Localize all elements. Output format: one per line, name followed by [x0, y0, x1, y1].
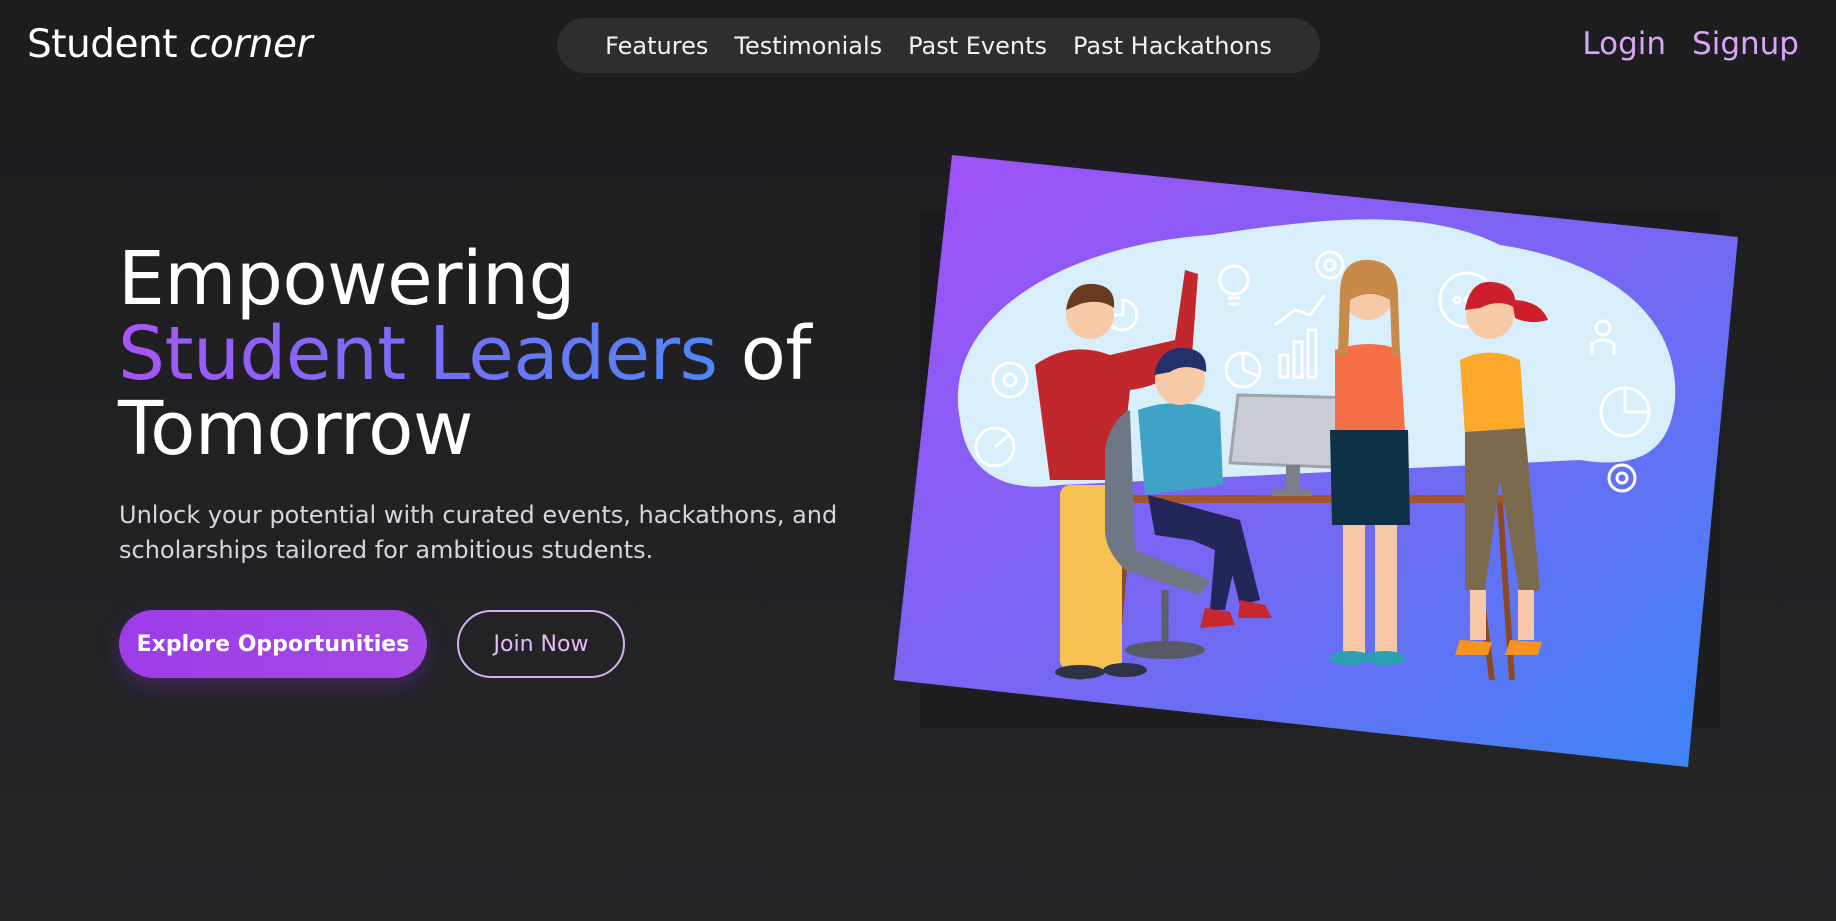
hero-subtitle: Unlock your potential with curated event… [119, 501, 838, 564]
hero-illustration-svg [894, 155, 1738, 767]
headline-line3: Tomorrow [118, 386, 473, 472]
hero-headline: Empowering Student Leaders of Tomorrow [118, 242, 811, 467]
nav-features[interactable]: Features [605, 32, 708, 60]
logo-main-text: Student [27, 22, 178, 67]
auth-links: Login Signup [1582, 26, 1799, 62]
logo[interactable]: Student corner [27, 22, 313, 67]
signup-link[interactable]: Signup [1692, 26, 1799, 62]
landing-page: Student corner Features Testimonials Pas… [0, 0, 1836, 921]
nav-testimonials[interactable]: Testimonials [734, 32, 882, 60]
explore-opportunities-button[interactable]: Explore Opportunities [119, 610, 427, 678]
headline-line1: Empowering [118, 236, 576, 322]
join-now-button[interactable]: Join Now [457, 610, 625, 678]
nav-past-hackathons[interactable]: Past Hackathons [1073, 32, 1272, 60]
nav-past-events[interactable]: Past Events [908, 32, 1047, 60]
hero-illustration [880, 150, 1760, 770]
logo-accent-text: corner [188, 22, 313, 67]
login-link[interactable]: Login [1582, 26, 1666, 62]
headline-highlight: Student Leaders [118, 311, 718, 397]
main-nav: Features Testimonials Past Events Past H… [557, 18, 1320, 73]
headline-of: of [740, 311, 812, 397]
